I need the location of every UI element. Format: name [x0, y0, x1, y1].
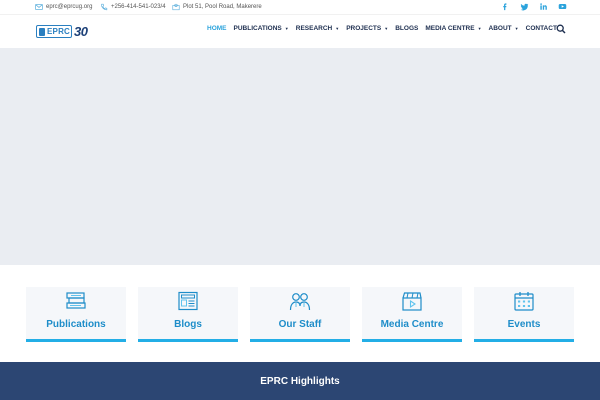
- feature-cards: Publications Blogs Our Staff Media Centr…: [0, 287, 600, 342]
- chevron-down-icon: ▼: [384, 26, 389, 31]
- nav-item-label: CONTACT: [525, 25, 557, 32]
- linkedin-icon[interactable]: [538, 1, 548, 11]
- email-text: eprc@eprcug.org: [46, 4, 93, 10]
- social-links: [500, 1, 567, 11]
- highlights-title: EPRC Highlights: [260, 376, 340, 387]
- hero-banner: [0, 48, 600, 265]
- calendar-icon: [514, 292, 534, 311]
- card-label-media-centre: Media Centre: [380, 319, 444, 330]
- main-nav: HOME PUBLICATIONS ▼ RESEARCH ▼ PROJECTS ▼ BLOGS…: [207, 25, 564, 32]
- nav-item-blogs[interactable]: BLOGS: [395, 25, 418, 32]
- address-contact: Plot 51, Pool Road, Makerere: [172, 3, 262, 11]
- logo-emblem: [39, 27, 45, 36]
- nav-item-home[interactable]: HOME: [207, 25, 227, 32]
- nav-item-label: ABOUT: [488, 25, 512, 32]
- highlights-section: EPRC Highlights: [0, 362, 600, 400]
- nav-item-research[interactable]: RESEARCH ▼: [296, 25, 339, 32]
- top-bar: eprc@eprcug.org +256-414-541-023/4 Plot …: [0, 0, 600, 14]
- nav-item-label: BLOGS: [395, 25, 419, 32]
- card-label-events: Events: [507, 319, 541, 330]
- card-events[interactable]: Events: [474, 287, 574, 342]
- chevron-down-icon: ▼: [514, 26, 519, 31]
- nav-item-publications[interactable]: PUBLICATIONS ▼: [234, 25, 289, 32]
- nav-item-media-centre[interactable]: MEDIA CENTRE ▼: [425, 25, 481, 32]
- logo-text: EPRC: [47, 27, 71, 36]
- chevron-down-icon: ▼: [477, 26, 482, 31]
- location-icon: [172, 3, 180, 11]
- nav-item-label: PROJECTS: [346, 25, 382, 32]
- email-contact[interactable]: eprc@eprcug.org: [35, 3, 92, 11]
- youtube-icon[interactable]: [557, 1, 567, 11]
- site-header: EPRC 30 HOME PUBLICATIONS ▼ RESEARCH ▼ PROJEC…: [0, 14, 600, 48]
- logo-anniversary: 30: [74, 24, 88, 39]
- card-blogs[interactable]: Blogs: [138, 287, 238, 342]
- card-our-staff[interactable]: Our Staff: [250, 287, 350, 342]
- envelope-icon: [35, 4, 43, 10]
- search-icon[interactable]: [556, 24, 566, 34]
- card-publications[interactable]: Publications: [26, 287, 126, 342]
- card-label-blogs: Blogs: [174, 319, 202, 330]
- nav-item-label: MEDIA CENTRE: [425, 25, 475, 32]
- nav-item-about[interactable]: ABOUT ▼: [489, 25, 519, 32]
- twitter-icon[interactable]: [519, 1, 529, 11]
- chevron-down-icon: ▼: [284, 26, 289, 31]
- site-logo[interactable]: EPRC 30: [36, 24, 88, 39]
- nav-item-label: HOME: [207, 25, 227, 32]
- nav-item-contact[interactable]: CONTACT: [526, 25, 557, 32]
- phone-text: +256-414-541-023/4: [111, 4, 166, 10]
- staff-icon: [289, 293, 311, 311]
- books-icon: [66, 292, 86, 309]
- phone-contact[interactable]: +256-414-541-023/4: [100, 3, 166, 11]
- chevron-down-icon: ▼: [335, 26, 340, 31]
- card-media-centre[interactable]: Media Centre: [362, 287, 462, 342]
- card-label-publications: Publications: [46, 319, 106, 330]
- newspaper-icon: [178, 291, 198, 311]
- nav-item-label: PUBLICATIONS: [233, 25, 282, 32]
- nav-item-projects[interactable]: PROJECTS ▼: [346, 25, 388, 32]
- clapperboard-icon: [402, 292, 422, 311]
- card-label-our-staff: Our Staff: [278, 319, 322, 330]
- facebook-icon[interactable]: [500, 1, 510, 11]
- phone-icon: [101, 3, 108, 11]
- nav-item-label: RESEARCH: [295, 25, 333, 32]
- logo-mark: EPRC: [36, 25, 72, 38]
- address-text: Plot 51, Pool Road, Makerere: [183, 4, 262, 10]
